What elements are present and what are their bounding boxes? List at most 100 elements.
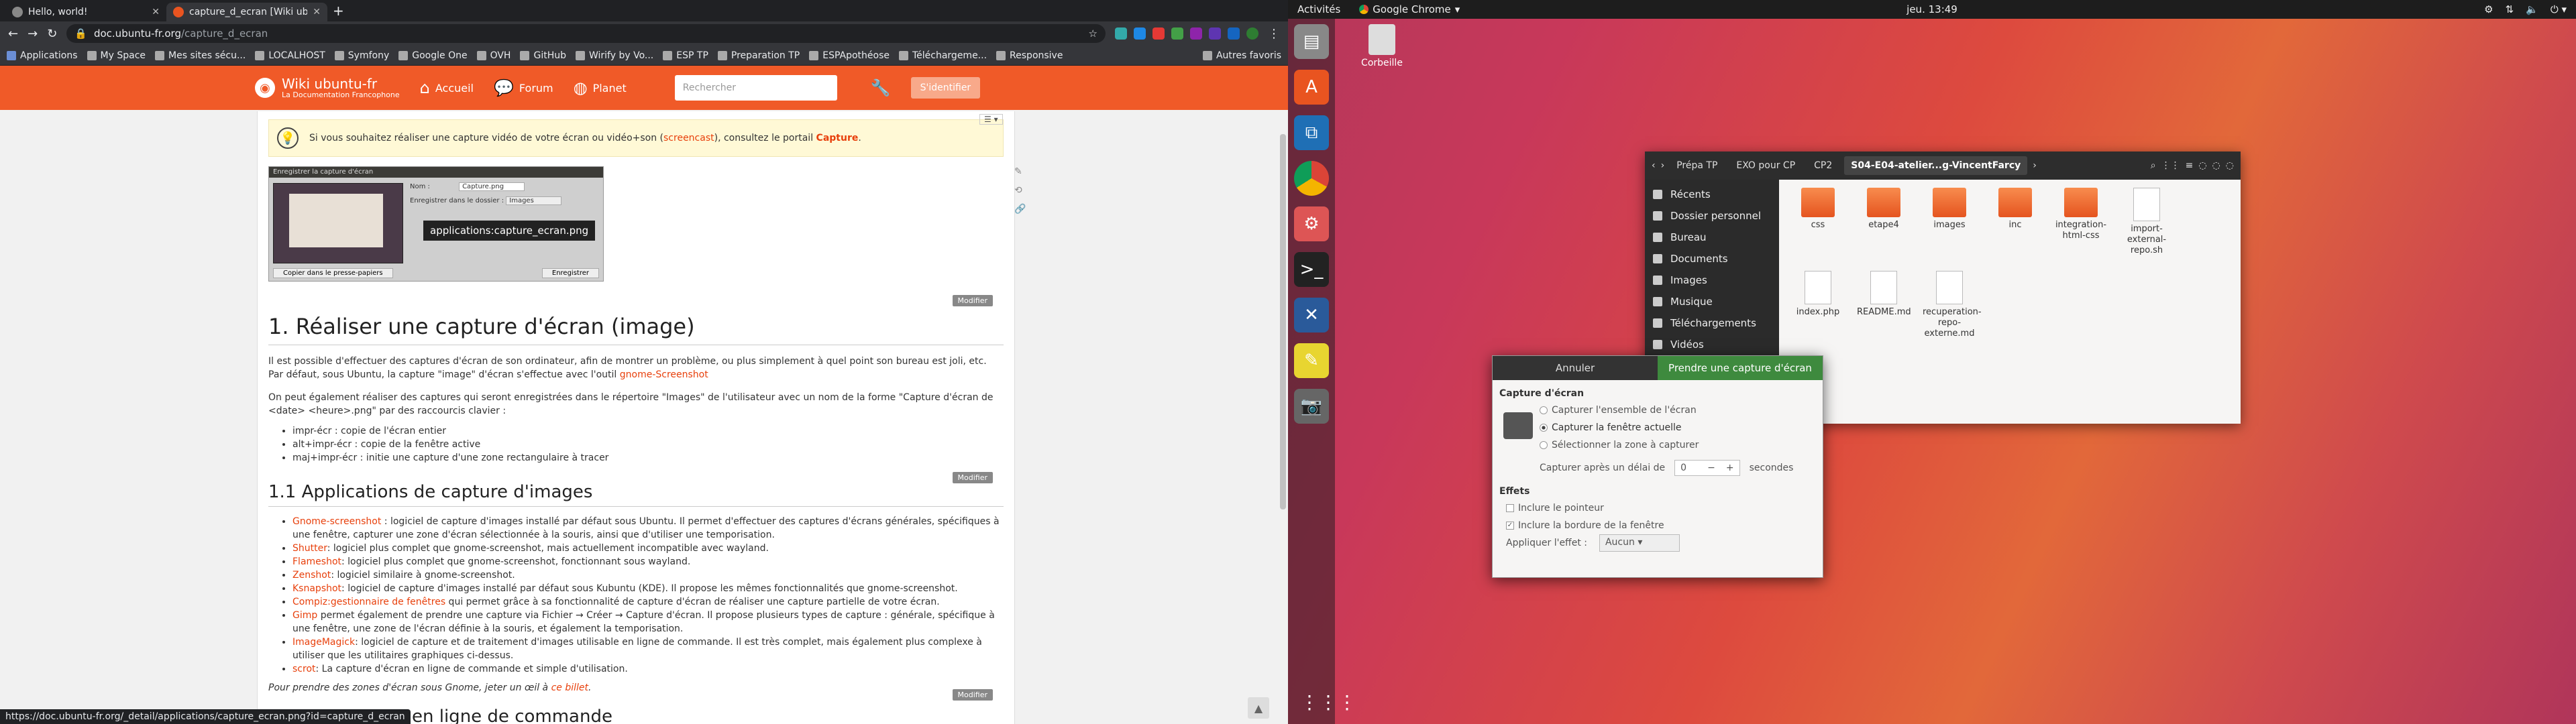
app-link[interactable]: Compiz:gestionnaire de fenêtres bbox=[292, 597, 445, 607]
close-icon[interactable]: ◌ bbox=[2226, 160, 2234, 171]
edit-button[interactable]: Modifier bbox=[952, 295, 993, 306]
minimize-icon[interactable]: ◌ bbox=[2198, 160, 2206, 171]
bookmark-item[interactable]: Preparation TP bbox=[717, 50, 800, 61]
option-current-window[interactable]: Capturer la fenêtre actuelle bbox=[1540, 419, 1816, 436]
menu-icon[interactable]: ≡ bbox=[2186, 160, 2194, 171]
nav-accueil[interactable]: ⌂ Accueil bbox=[420, 78, 474, 97]
address-bar[interactable]: 🔒 doc.ubuntu-fr.org/capture_d_ecran ☆ bbox=[66, 24, 1106, 43]
wrench-icon[interactable]: 🔧 bbox=[871, 78, 891, 97]
search-input[interactable]: Rechercher bbox=[674, 75, 837, 101]
vscode-app-icon[interactable]: ⧉ bbox=[1294, 115, 1329, 150]
volume-icon[interactable]: 🔈 bbox=[2526, 3, 2538, 15]
sidebar-item-home[interactable]: Dossier personnel bbox=[1645, 205, 1779, 227]
file-item[interactable]: index.php bbox=[1791, 271, 1845, 339]
extension-icon[interactable] bbox=[1228, 27, 1240, 40]
take-screenshot-button[interactable]: Prendre une capture d'écran bbox=[1658, 356, 1823, 380]
billet-link[interactable]: ce billet bbox=[551, 682, 588, 693]
star-icon[interactable]: ☆ bbox=[1089, 27, 1097, 40]
app-link[interactable]: ImageMagick bbox=[292, 637, 355, 648]
tools-app-icon[interactable]: ✕ bbox=[1294, 298, 1329, 333]
history-icon[interactable]: ⟲ bbox=[1014, 185, 1026, 196]
extension-icon[interactable] bbox=[1134, 27, 1146, 40]
minus-icon[interactable]: − bbox=[1702, 463, 1721, 473]
file-item[interactable]: recuperation-repo-externe.md bbox=[1923, 271, 1982, 339]
app-link[interactable]: Gimp bbox=[292, 610, 317, 621]
back-icon[interactable]: ‹ bbox=[1652, 160, 1656, 171]
screenshot-app-icon[interactable]: 📷 bbox=[1294, 389, 1329, 424]
effect-select[interactable]: Aucun ▾ bbox=[1599, 534, 1680, 552]
settings-icon[interactable]: ⚙ bbox=[2484, 3, 2493, 15]
app-link[interactable]: Zenshot bbox=[292, 570, 331, 581]
bookmark-item[interactable]: Responsive bbox=[996, 50, 1063, 61]
activities-button[interactable]: Activités bbox=[1297, 3, 1340, 15]
view-options-icon[interactable]: ⋮⋮ bbox=[2161, 160, 2180, 171]
sidebar-item-videos[interactable]: Vidéos bbox=[1645, 334, 1779, 355]
file-item[interactable]: integration-html-css bbox=[2054, 188, 2108, 256]
close-icon[interactable]: ✕ bbox=[313, 7, 321, 17]
app-link[interactable]: Ksnapshot bbox=[292, 583, 341, 594]
wiki-logo[interactable]: ◉ Wiki ubuntu-fr La Documentation Franco… bbox=[255, 77, 400, 99]
terminal-app-icon[interactable]: >_ bbox=[1294, 252, 1329, 287]
option-whole-screen[interactable]: Capturer l'ensemble de l'écran bbox=[1540, 402, 1816, 419]
breadcrumb-current[interactable]: S04-E04-atelier...g-VincentFarcy bbox=[1844, 156, 2028, 175]
app-link[interactable]: Gnome-screenshot bbox=[292, 516, 381, 527]
breadcrumb[interactable]: EXO pour CP bbox=[1729, 156, 1802, 175]
gnome-screenshot-link[interactable]: gnome-Screenshot bbox=[620, 369, 708, 380]
file-item[interactable]: inc bbox=[1988, 188, 2042, 256]
power-icon[interactable]: ⏻ ▾ bbox=[2551, 3, 2567, 15]
file-item[interactable]: README.md bbox=[1857, 271, 1911, 339]
clock[interactable]: jeu. 13:49 bbox=[1907, 3, 1957, 15]
capture-link[interactable]: Capture bbox=[816, 133, 859, 143]
delay-stepper[interactable]: 0− + bbox=[1674, 460, 1740, 476]
edit-button[interactable]: Modifier bbox=[952, 472, 993, 483]
extension-icon[interactable] bbox=[1209, 27, 1221, 40]
bookmark-item[interactable]: Google One bbox=[398, 50, 468, 61]
sidebar-item-desktop[interactable]: Bureau bbox=[1645, 227, 1779, 248]
option-pointer[interactable]: Inclure le pointeur bbox=[1506, 499, 1816, 517]
more-icon[interactable]: ⋮ bbox=[1268, 27, 1280, 41]
link-icon[interactable]: 🔗 bbox=[1014, 204, 1026, 215]
file-item[interactable]: import-external-repo.sh bbox=[2120, 188, 2174, 256]
option-border[interactable]: ✓ Inclure la bordure de la fenêtre bbox=[1506, 517, 1816, 534]
forward-icon[interactable]: › bbox=[1661, 160, 1665, 171]
app-link[interactable]: Shutter bbox=[292, 543, 327, 554]
software-app-icon[interactable]: A bbox=[1294, 70, 1329, 105]
view-selector[interactable]: ☰ ▾ bbox=[979, 114, 1003, 125]
close-icon[interactable]: ✕ bbox=[152, 7, 160, 17]
bookmark-item[interactable]: Mes sites sécu... bbox=[155, 50, 246, 61]
avatar[interactable] bbox=[1246, 27, 1258, 40]
edit-button[interactable]: Modifier bbox=[952, 689, 993, 701]
plus-icon[interactable]: + bbox=[1721, 463, 1739, 473]
desktop-trash[interactable]: Corbeille bbox=[1355, 24, 1409, 68]
files-app-icon[interactable]: ▤ bbox=[1294, 24, 1329, 59]
sidebar-item-downloads[interactable]: Téléchargements bbox=[1645, 312, 1779, 334]
bookmark-item[interactable]: ESPApothéose bbox=[809, 50, 890, 61]
bookmark-item[interactable]: LOCALHOST bbox=[255, 50, 325, 61]
app-menu[interactable]: Google Chrome ▾ bbox=[1359, 3, 1460, 15]
bookmark-item[interactable]: Applications bbox=[7, 50, 78, 61]
back-icon[interactable]: ← bbox=[8, 27, 18, 41]
file-item[interactable]: etape4 bbox=[1857, 188, 1911, 256]
login-button[interactable]: S'identifier bbox=[910, 77, 981, 99]
bookmark-item[interactable]: Téléchargeme... bbox=[898, 50, 987, 61]
scrollbar-thumb[interactable] bbox=[1280, 134, 1286, 509]
sidebar-item-music[interactable]: Musique bbox=[1645, 291, 1779, 312]
sidebar-item-documents[interactable]: Documents bbox=[1645, 248, 1779, 269]
extension-icon[interactable] bbox=[1190, 27, 1202, 40]
new-tab-icon[interactable]: + bbox=[333, 3, 344, 19]
app-link[interactable]: scrot bbox=[292, 664, 316, 674]
sidebar-item-pictures[interactable]: Images bbox=[1645, 269, 1779, 291]
bookmark-item[interactable]: My Space bbox=[87, 50, 146, 61]
chevron-right-icon[interactable]: › bbox=[2033, 160, 2037, 171]
notes-app-icon[interactable]: ✎ bbox=[1294, 343, 1329, 378]
nav-planet[interactable]: ◍ Planet bbox=[574, 78, 627, 97]
maximize-icon[interactable]: ◌ bbox=[2212, 160, 2220, 171]
cancel-button[interactable]: Annuler bbox=[1493, 356, 1658, 380]
bookmark-item[interactable]: ESP TP bbox=[663, 50, 708, 61]
screencast-link[interactable]: screencast bbox=[663, 133, 714, 143]
chrome-app-icon[interactable] bbox=[1294, 161, 1329, 196]
app-link[interactable]: Flameshot bbox=[292, 556, 341, 567]
bookmark-item[interactable]: Wirify by Vo... bbox=[575, 50, 653, 61]
settings-app-icon[interactable]: ⚙ bbox=[1294, 206, 1329, 241]
show-apps-icon[interactable]: ⋮⋮⋮ bbox=[1300, 691, 1356, 713]
